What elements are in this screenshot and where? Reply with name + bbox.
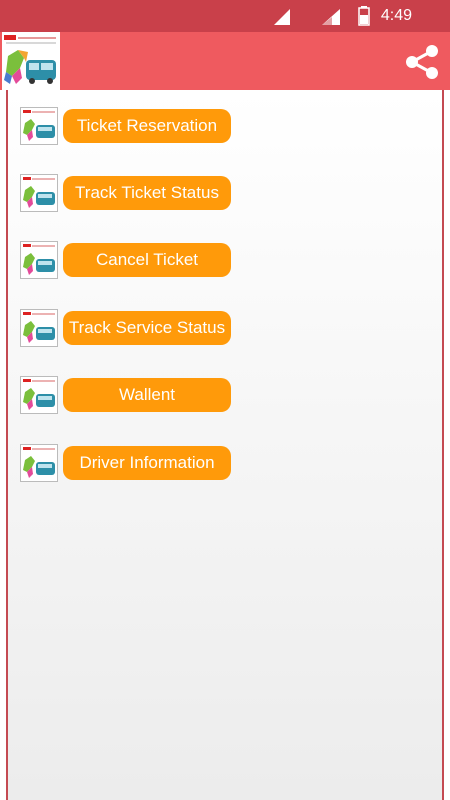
menu-item-ticket-reservation: Ticket Reservation <box>20 107 232 147</box>
menu-item-track-service-status: Track Service Status <box>20 309 232 349</box>
cancel-ticket-button[interactable]: Cancel Ticket <box>63 243 231 277</box>
bus-thumb-icon <box>20 309 58 347</box>
ticket-reservation-button[interactable]: Ticket Reservation <box>63 109 231 143</box>
driver-information-button[interactable]: Driver Information <box>63 446 231 480</box>
bus-thumb-icon <box>20 241 58 279</box>
bus-thumb-icon <box>20 107 58 145</box>
menu-item-track-ticket-status: Track Ticket Status <box>20 174 232 214</box>
menu-item-wallent: Wallent <box>20 376 232 416</box>
track-ticket-status-button[interactable]: Track Ticket Status <box>63 176 231 210</box>
status-time: 4:49 <box>380 7 412 24</box>
bus-thumb-icon <box>20 444 58 482</box>
signal-icon <box>274 9 290 25</box>
menu-panel: Ticket Reservation Track Ticket Status C… <box>6 90 444 800</box>
battery-icon <box>358 6 370 26</box>
app-bar <box>0 32 450 90</box>
app-logo <box>2 32 60 90</box>
share-button[interactable] <box>402 42 442 82</box>
menu-item-cancel-ticket: Cancel Ticket <box>20 241 232 281</box>
bus-thumb-icon <box>20 174 58 212</box>
wallent-button[interactable]: Wallent <box>63 378 231 412</box>
menu-item-driver-information: Driver Information <box>20 444 232 484</box>
track-service-status-button[interactable]: Track Service Status <box>63 311 231 345</box>
share-icon <box>406 45 438 79</box>
bus-logo-icon <box>2 32 60 90</box>
bus-thumb-icon <box>20 376 58 414</box>
status-bar: 4:49 <box>0 0 450 32</box>
wifi-icon <box>322 9 340 25</box>
